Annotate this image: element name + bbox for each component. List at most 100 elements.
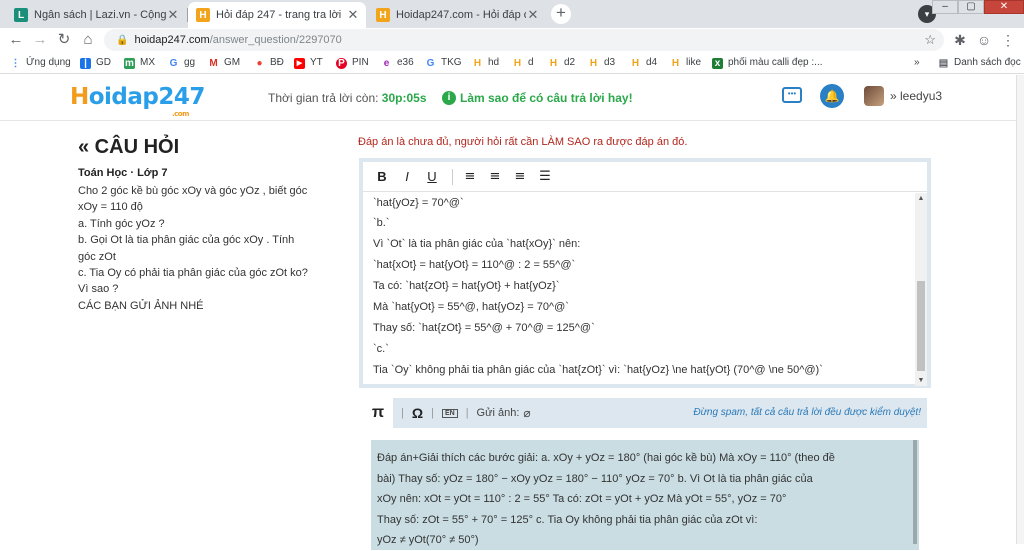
- more-icon: »: [914, 57, 920, 68]
- answer-editor[interactable]: B I U ≡ ≡ ≡ ☰ `hat{yOz} = 70^@` `b.` Vì …: [359, 158, 931, 388]
- moderation-note: Đừng spam, tất cả câu trả lời đều được k…: [693, 407, 921, 418]
- close-tab-icon[interactable]: ✕: [526, 7, 540, 23]
- tips-text: Làm sao để có câu trả lời hay!: [460, 91, 633, 105]
- menu-icon[interactable]: ⋮: [998, 30, 1018, 50]
- editor-line: `b.`: [373, 217, 390, 229]
- bookmark-label: hd: [488, 57, 500, 68]
- hoidap-favicon-icon: H: [376, 8, 390, 22]
- new-tab-button[interactable]: +: [551, 4, 571, 24]
- timer-value: 30p:05s: [381, 91, 427, 105]
- notification-bell-icon[interactable]: 🔔: [820, 84, 844, 108]
- bookmark-mx[interactable]: m MX: [124, 56, 155, 70]
- align-center-icon[interactable]: ≡: [484, 169, 506, 184]
- bookmark-label: GM: [224, 57, 241, 68]
- tips-link[interactable]: i Làm sao để có câu trả lời hay!: [442, 91, 633, 105]
- tab-hoidap-answer[interactable]: H Hỏi đáp 247 - trang tra lời ✕: [188, 2, 366, 28]
- keyboard-lang-icon[interactable]: EN: [441, 408, 458, 418]
- bookmark-yt[interactable]: ▶ YT: [294, 56, 323, 70]
- answer-preview-panel: Đáp án+Giải thích các bước giải: a. xOy …: [363, 428, 927, 550]
- bookmark-phoi-mau[interactable]: x phối màu calli đẹp :...: [712, 56, 823, 70]
- timer-label: Thời gian trả lời còn:: [268, 91, 379, 105]
- tab-lazi[interactable]: L Ngân sách | Lazi.vn - Cộng đồng ✕: [6, 2, 186, 28]
- user-menu[interactable]: » leedyu3: [890, 89, 942, 103]
- italic-button[interactable]: I: [396, 169, 418, 184]
- preview-line: Đáp án+Giải thích các bước giải: a. xOy …: [377, 452, 835, 464]
- toolbar-divider: |: [465, 407, 469, 419]
- bookmark-label: MX: [140, 57, 155, 68]
- lock-icon: 🔒: [116, 35, 129, 46]
- bookmark-reading-list[interactable]: ▤ Danh sách đọc: [938, 56, 1021, 70]
- back-icon[interactable]: ←: [6, 30, 26, 50]
- omega-icon[interactable]: Ω: [412, 405, 423, 421]
- bold-button[interactable]: B: [371, 169, 393, 184]
- chat-icon[interactable]: •••: [782, 87, 802, 103]
- editor-line: `hat{xOt} = hat{yOt} = 110^@ : 2 = 55^@`: [373, 259, 576, 271]
- bookmark-gm[interactable]: M GM: [208, 56, 240, 70]
- bookmarks-more[interactable]: »: [914, 56, 920, 70]
- bookmark-label: d3: [604, 57, 616, 68]
- question-heading: « CÂU HỎI: [78, 136, 180, 158]
- editor-scrollbar[interactable]: ▲ ▼: [915, 193, 927, 386]
- question-line: a. Tính góc yOz ?: [78, 217, 165, 230]
- tab-title: Hoidap247.com - Hỏi đáp online: [396, 9, 526, 21]
- site-logo[interactable]: Hoidap247 .com: [70, 84, 205, 118]
- scroll-down-icon[interactable]: ▼: [915, 377, 927, 384]
- close-window-icon[interactable]: ✕: [984, 0, 1024, 14]
- bookmark-gg[interactable]: Ggg: [168, 56, 196, 70]
- preview-line: bài) Thay số: yOz = 180° − xOy yOz = 180…: [377, 472, 813, 485]
- scroll-up-icon[interactable]: ▲: [915, 195, 927, 202]
- attach-icon[interactable]: ⌀: [523, 406, 530, 420]
- bookmark-label: like: [686, 57, 702, 68]
- account-avatar-icon[interactable]: ☺: [974, 30, 994, 50]
- align-right-icon[interactable]: ≡: [509, 169, 531, 184]
- bookmark-apps[interactable]: ⋮ Ứng dụng: [10, 56, 71, 70]
- question-line: CÁC BẠN GỬI ẢNH NHÉ: [78, 299, 204, 312]
- question-line: xOy = 110 độ: [78, 201, 143, 214]
- pi-icon[interactable]: π: [363, 398, 393, 428]
- question-line: Vì sao ?: [78, 283, 119, 296]
- gmail-icon: M: [209, 57, 218, 69]
- forward-icon[interactable]: →: [30, 30, 50, 50]
- preview-line: yOz ≠ yOt(70° ≠ 50°): [377, 534, 479, 546]
- bookmark-d2[interactable]: Hd2: [548, 56, 575, 70]
- scroll-thumb[interactable]: [917, 281, 925, 371]
- close-tab-icon[interactable]: ✕: [346, 7, 360, 23]
- restore-icon[interactable]: ▢: [958, 0, 984, 14]
- reload-icon[interactable]: ↻: [54, 30, 74, 50]
- tab-hoidap-home[interactable]: H Hoidap247.com - Hỏi đáp online ✕: [368, 2, 546, 28]
- page-scrollbar[interactable]: [1016, 75, 1024, 544]
- underline-button[interactable]: U: [421, 169, 443, 184]
- bookmark-label: gg: [184, 57, 196, 68]
- bookmark-e36[interactable]: e e36: [381, 56, 414, 70]
- address-bar[interactable]: 🔒 hoidap247.com/answer_question/2297070 ☆: [104, 29, 944, 51]
- hoidap-icon: H: [549, 57, 558, 69]
- editor-text-area[interactable]: `hat{yOz} = 70^@` `b.` Vì `Ot` là tia ph…: [363, 193, 913, 385]
- send-image-label: Gửi ảnh:: [476, 407, 520, 419]
- editor-line: Tia `Oy` không phải tia phân giác của `h…: [373, 364, 823, 376]
- align-justify-icon[interactable]: ☰: [534, 169, 556, 184]
- minimize-icon[interactable]: –: [932, 0, 958, 14]
- google-icon: G: [426, 57, 435, 69]
- bookmark-d[interactable]: Hd: [512, 56, 534, 70]
- hoidap-icon: H: [513, 57, 522, 69]
- toolbar-divider: [452, 168, 453, 185]
- pinterest-icon: P: [336, 57, 347, 69]
- logo-initial: H: [70, 84, 89, 110]
- window-controls: – ▢ ✕: [932, 0, 1024, 14]
- bookmark-star-icon[interactable]: ☆: [924, 29, 936, 51]
- align-left-icon[interactable]: ≡: [459, 169, 481, 184]
- bookmark-bd[interactable]: ● BĐ: [254, 56, 283, 70]
- bookmark-d4[interactable]: Hd4: [630, 56, 657, 70]
- extensions-icon[interactable]: ✱: [950, 30, 970, 50]
- bookmark-tkg[interactable]: G TKG: [425, 56, 462, 70]
- close-tab-icon[interactable]: ✕: [166, 7, 180, 23]
- bookmark-like[interactable]: Hlike: [670, 56, 701, 70]
- preview-scrollbar[interactable]: [913, 440, 917, 544]
- bookmark-d3[interactable]: Hd3: [588, 56, 615, 70]
- home-icon[interactable]: ⌂: [78, 30, 98, 50]
- bookmark-gd[interactable]: | GD: [80, 56, 111, 70]
- bookmark-hd[interactable]: Hhd: [472, 56, 499, 70]
- bookmark-pin[interactable]: P PIN: [336, 56, 369, 70]
- maps-icon: ●: [256, 57, 263, 69]
- avatar[interactable]: [864, 86, 884, 106]
